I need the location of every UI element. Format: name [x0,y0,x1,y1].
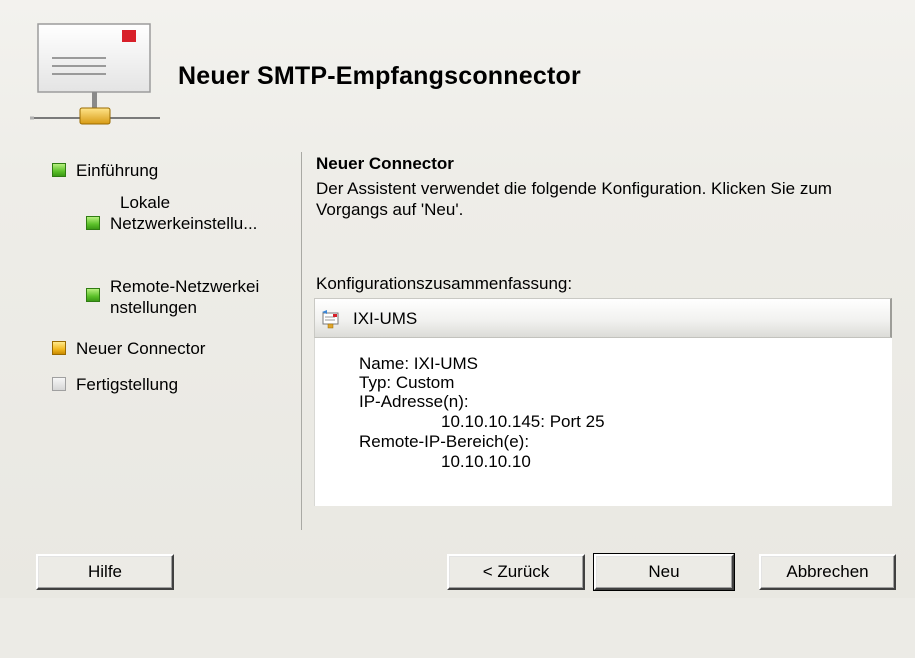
step-neuer-connector: Neuer Connector [52,338,205,359]
wizard-title: Neuer SMTP-Empfangsconnector [178,62,581,90]
connector-item-icon [322,310,339,329]
vertical-divider [301,152,302,530]
detail-remote-value: 10.10.10.10 [441,452,531,471]
wizard-window: Neuer SMTP-Empfangsconnector Einführung … [0,0,915,598]
detail-ip-value: 10.10.10.145: Port 25 [441,412,605,431]
help-button[interactable]: Hilfe [36,554,174,590]
step-complete-icon [52,163,66,177]
step-label: Fertigstellung [76,375,179,394]
step-current-icon [52,341,66,355]
section-title: Neuer Connector [316,154,454,173]
wizard-step-list: Einführung Lokale Netzwerkeinstellu... R… [0,148,300,518]
wizard-header: Neuer SMTP-Empfangsconnector [0,0,915,140]
step-fertigstellung: Fertigstellung [52,374,178,395]
step-label: Neuer Connector [76,339,206,358]
envelope-connector-icon [30,23,160,125]
step-remote-netzwerkeinstellungen: Remote-Netzwerkei nstellungen [86,276,259,318]
summary-details: Name: IXI-UMS Typ: Custom IP-Adresse(n):… [314,338,892,506]
detail-ip-label: IP-Adresse(n): [359,392,469,411]
detail-remote-label: Remote-IP-Bereich(e): [359,432,530,451]
step-lokale-netzwerkeinstellungen: Lokale Netzwerkeinstellu... [86,192,257,234]
detail-name: Name: IXI-UMS [359,354,479,373]
step-einfuehrung: Einführung [52,160,158,181]
summary-label: Konfigurationszusammenfassung: [316,274,573,293]
step-label: Einführung [76,161,159,180]
summary-item-header[interactable]: IXI-UMS [314,298,892,338]
step-complete-icon [86,216,100,230]
new-button[interactable]: Neu [593,553,735,591]
description-text: Der Assistent verwendet die folgende Kon… [316,179,832,219]
summary-item-name: IXI-UMS [353,309,418,328]
back-button[interactable]: < Zurück [447,554,585,590]
step-complete-icon [86,288,100,302]
step-label: Remote-Netzwerkei nstellungen [110,277,260,317]
step-pending-icon [52,377,66,391]
detail-type: Typ: Custom [359,373,455,392]
step-label: Lokale Netzwerkeinstellu... [110,193,258,233]
cancel-button[interactable]: Abbrechen [759,554,896,590]
configuration-summary: IXI-UMS Name: IXI-UMS Typ: Custom IP-Adr… [314,298,894,658]
